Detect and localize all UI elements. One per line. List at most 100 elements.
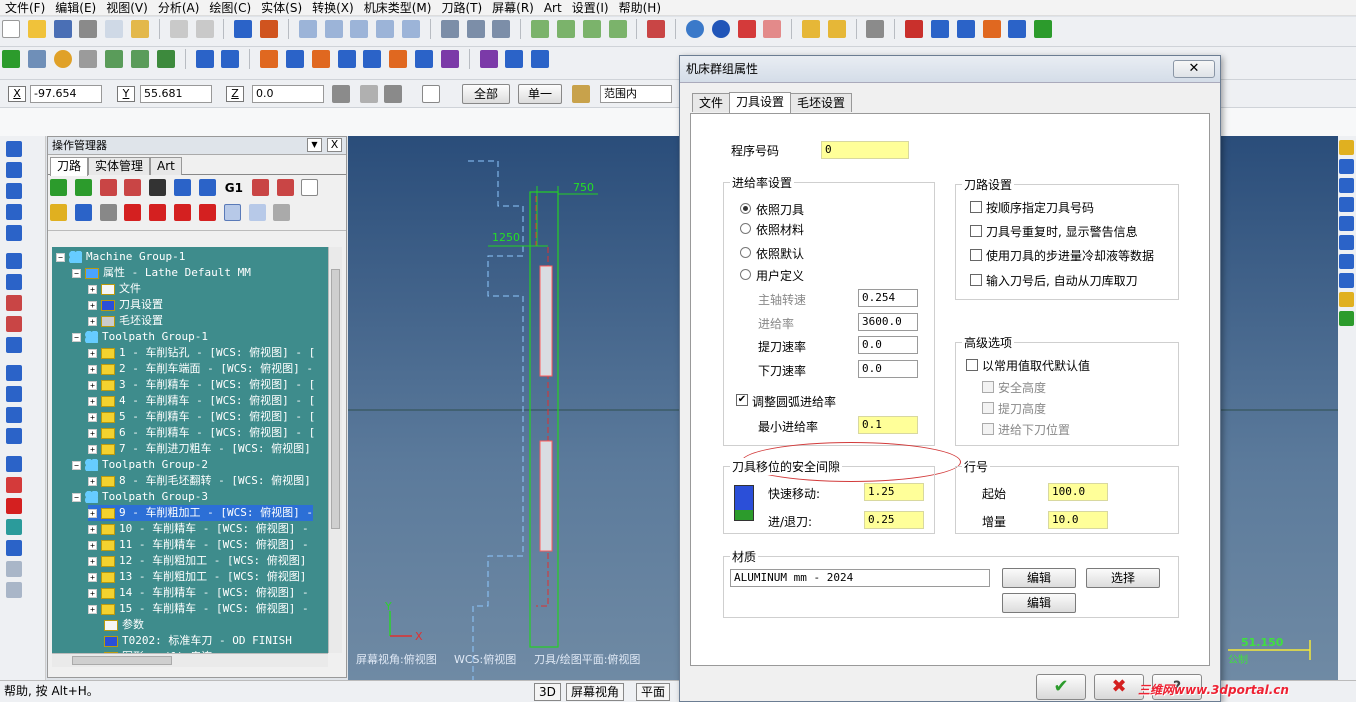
solid-boolean-icon[interactable] [6,365,22,381]
opmgr-close-button[interactable]: X [327,138,342,152]
lock-icon[interactable] [50,204,67,221]
expand-toggle-icon[interactable]: − [56,252,65,262]
entry-exit-input[interactable]: 0.25 [864,511,924,529]
surface-2-icon[interactable] [6,540,22,556]
expand-toggle-icon[interactable]: + [88,588,97,598]
all-button[interactable]: 全部 [462,84,510,104]
material-edit-button[interactable]: 编辑 [1002,568,1076,588]
toolpath-tree[interactable]: − Machine Group-1− 属性 - Lathe Default MM + 文… [52,247,328,653]
expand-toggle-icon[interactable]: − [72,492,81,502]
tree-row[interactable]: 参数 [104,617,144,633]
expand-toggle-icon[interactable]: − [72,268,81,278]
solid-fillet-icon[interactable] [6,274,22,290]
zoom-window-icon[interactable] [298,20,317,38]
measure-icon[interactable] [466,20,485,38]
radio-from-default[interactable] [740,247,751,258]
help-icon[interactable] [905,20,924,38]
retract-rate-input[interactable]: 0.0 [858,336,918,354]
expand-toggle-icon[interactable]: − [72,332,81,342]
tree-row[interactable]: +3 - 车削精车 - [WCS: 俯视图] - [ [88,377,315,393]
menu-item-3[interactable]: 分析(A) [153,0,205,16]
machine-icon[interactable] [956,20,975,38]
lathe-op-2-icon[interactable] [285,50,304,68]
only-display-selected-icon[interactable] [223,204,241,221]
g1-post-button[interactable]: G1 [225,181,243,195]
zoom-target-icon[interactable] [324,20,343,38]
regenerate-icon[interactable] [99,179,117,196]
solid-sweep-icon[interactable] [6,183,22,199]
right-save-icon[interactable] [1339,178,1354,193]
help-box-icon[interactable] [422,85,440,103]
fast-point-icon[interactable] [332,85,350,103]
help-pointer-icon[interactable] [131,20,150,38]
check-sequential-tool-number[interactable] [970,201,982,213]
undo-icon[interactable] [169,20,188,38]
expand-toggle-icon[interactable]: + [88,412,97,422]
single-button[interactable]: 单一 [518,84,562,104]
tree-row[interactable]: +13 - 车削粗加工 - [WCS: 俯视图] [88,569,306,585]
expand-toggle-icon[interactable]: + [88,300,97,310]
move-up-icon[interactable] [149,204,167,221]
right-curve-icon[interactable] [1339,311,1354,326]
expand-toggle-icon[interactable]: + [88,428,97,438]
move-down-icon[interactable] [124,204,142,221]
program-number-input[interactable]: 0 [821,141,909,159]
y-input[interactable]: 55.681 [140,85,212,103]
right-pencil-icon[interactable] [1339,292,1354,307]
tab-solids[interactable]: 实体管理 [88,157,151,175]
expand-toggle-icon[interactable]: + [88,444,97,454]
material-edit-2-button[interactable]: 编辑 [1002,593,1076,613]
export-icon[interactable] [1034,20,1053,38]
tree-row[interactable]: − Toolpath Group-2 [72,457,208,473]
tree-row[interactable]: +14 - 车削精车 - [WCS: 俯视图] - [88,585,309,601]
lathe-op-6-icon[interactable] [389,50,408,68]
trim-icon[interactable] [79,50,98,68]
tree-row[interactable]: +2 - 车削车端面 - [WCS: 俯视图] - [88,361,313,377]
grid-icon[interactable] [505,50,524,68]
x-input[interactable]: -97.654 [30,85,102,103]
menu-item-10[interactable]: Art [539,0,567,16]
expand-toggle-icon[interactable]: + [88,540,97,550]
scroll-to-icon[interactable] [198,204,216,221]
solid-section-icon[interactable] [6,428,22,444]
spindle-speed-input[interactable]: 0.254 [858,289,918,307]
tree-horizontal-scrollbar[interactable] [52,653,328,667]
menu-item-1[interactable]: 编辑(E) [50,0,101,16]
wire-cube-2-icon[interactable] [6,582,22,598]
analyze-icon[interactable] [440,20,459,38]
solid-draft-icon[interactable] [6,386,22,402]
gray-tool-icon[interactable] [273,204,291,221]
rapid-input[interactable]: 1.25 [864,483,924,501]
redo-icon[interactable] [195,20,214,38]
tree-row[interactable]: +5 - 车削精车 - [WCS: 俯视图] - [ [88,409,315,425]
expand-toggle-icon[interactable]: − [72,460,81,470]
wire-cube-icon[interactable] [6,561,22,577]
ok-button[interactable]: ✔ [1036,674,1086,700]
tab-files[interactable]: 文件 [692,93,731,112]
toggle-display-icon[interactable] [74,204,92,221]
tree-row[interactable]: +11 - 车削精车 - [WCS: 俯视图] - [88,537,309,553]
menu-item-5[interactable]: 实体(S) [256,0,307,16]
tree-row[interactable]: +4 - 车削精车 - [WCS: 俯视图] - [ [88,393,315,409]
select-dirty-icon[interactable] [74,179,92,196]
dialog-close-button[interactable]: ✕ [1173,60,1215,78]
right-wave-icon[interactable] [1339,197,1354,212]
status-plane-button[interactable]: 平面 [636,683,671,701]
right-file-icon[interactable] [1339,159,1354,174]
zoom-fit-icon[interactable] [350,20,369,38]
tab-art[interactable]: Art [150,157,182,175]
solid-icon[interactable] [156,50,175,68]
menu-item-0[interactable]: 文件(F) [0,0,50,16]
check-duplicate-warning[interactable] [970,225,982,237]
regenerate-dirty-icon[interactable] [124,179,142,196]
arc-feed-checkbox[interactable]: ✔ [736,394,748,406]
solid-trim-icon[interactable] [6,337,22,353]
increment-input[interactable]: 10.0 [1048,511,1108,529]
tree-vertical-scrollbar[interactable] [328,247,342,653]
point-icon[interactable] [2,50,20,68]
wireframe-icon[interactable] [763,20,782,38]
cube-view-1-icon[interactable] [531,20,550,38]
circle-icon[interactable] [53,50,72,68]
opmgr-help-icon[interactable] [301,179,319,196]
globe-icon[interactable] [685,20,704,38]
